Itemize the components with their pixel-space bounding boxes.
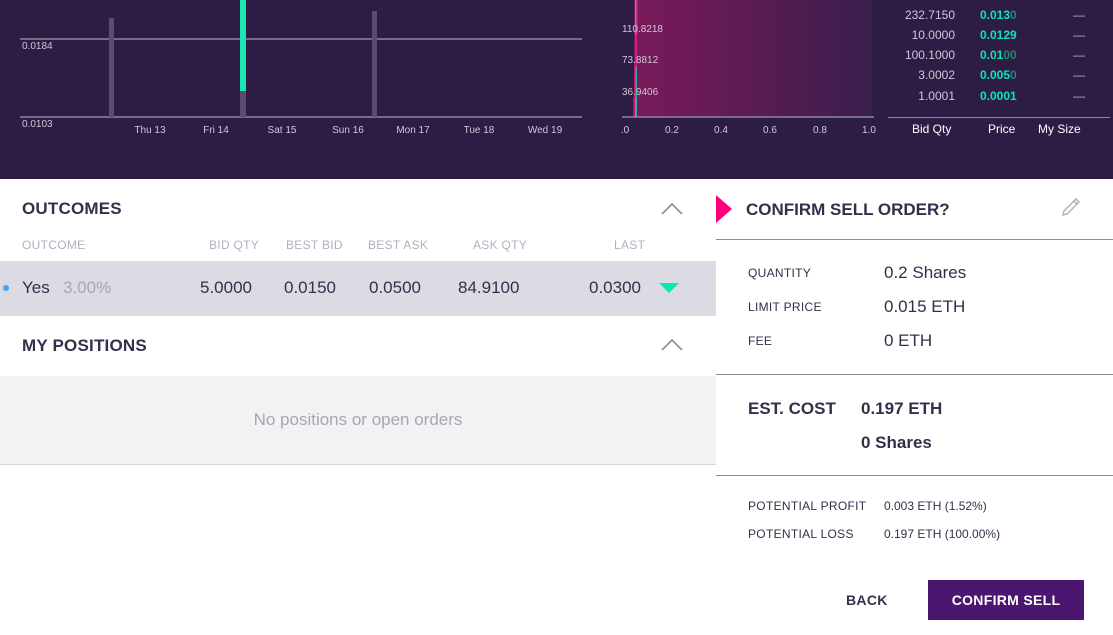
bid-qty-value[interactable]: 5.0000: [200, 278, 252, 298]
depth-x-tick: 0.6: [763, 125, 777, 136]
divider: [716, 374, 1113, 375]
fee-value: 0 ETH: [884, 331, 933, 350]
bid-qty: 3.0002: [918, 68, 955, 82]
divider: [716, 239, 1113, 240]
volume-bar: [109, 18, 114, 117]
order-book-row[interactable]: 10.0000 0.0129 —: [880, 28, 1105, 48]
price-x-tick: Thu 13: [134, 125, 166, 136]
price: 0.0050: [980, 68, 1017, 82]
depth-x-tick: .0: [621, 125, 630, 136]
quantity-label: QUANTITY: [748, 266, 812, 280]
header-bid-qty: Bid Qty: [912, 122, 952, 136]
best-ask-value[interactable]: 0.0500: [369, 278, 421, 298]
bid-qty: 10.0000: [911, 28, 955, 42]
price-x-tick: Fri 14: [203, 125, 229, 136]
price-x-tick: Mon 17: [396, 125, 430, 136]
order-depth-chart[interactable]: 110.8218 73.8812 36.9406 .0 0.2 0.4 0.6 …: [612, 0, 877, 179]
price-history-chart[interactable]: 0.0184 0.0103 Thu 13 Fri 14 Sat 15 Sun 1…: [0, 0, 600, 179]
collapse-outcomes-chevron-up-icon[interactable]: [661, 201, 683, 215]
my-positions-title: MY POSITIONS: [22, 336, 147, 355]
order-book-row[interactable]: 1.0001 0.0001 —: [880, 89, 1105, 109]
outcomes-title: OUTCOMES: [22, 199, 122, 218]
market-charts-band: 0.0184 0.0103 Thu 13 Fri 14 Sat 15 Sun 1…: [0, 0, 1113, 179]
potential-profit-value: 0.003 ETH (1.52%): [884, 499, 987, 513]
my-size: —: [1073, 89, 1085, 103]
edit-pencil-icon[interactable]: [1058, 194, 1084, 220]
col-best-bid: BEST BID: [286, 238, 343, 252]
pink-arrow-marker-icon: [716, 195, 732, 223]
positions-empty-state: No positions or open orders: [0, 376, 716, 465]
price: 0.0100: [980, 48, 1017, 62]
order-book-row[interactable]: 3.0002 0.0050 —: [880, 68, 1105, 88]
est-cost-label: EST. COST: [748, 399, 836, 418]
selected-dot-icon: [3, 285, 9, 291]
price-x-tick: Tue 18: [464, 125, 495, 136]
header-my-size: My Size: [1038, 122, 1081, 136]
limit-price-label: LIMIT PRICE: [748, 300, 822, 314]
price-x-tick: Sat 15: [268, 125, 297, 136]
price-y-tick: 0.0103: [22, 119, 53, 130]
outcome-percent: 3.00%: [63, 278, 112, 297]
collapse-positions-chevron-up-icon[interactable]: [661, 337, 683, 351]
quantity-value: 0.2 Shares: [884, 263, 967, 282]
price-x-tick: Wed 19: [528, 125, 563, 136]
price-down-triangle-icon: [659, 283, 679, 293]
order-book-row[interactable]: 232.7150 0.0130 —: [880, 8, 1105, 28]
my-size: —: [1073, 8, 1085, 22]
confirm-sell-panel: CONFIRM SELL ORDER? QUANTITY 0.2 Shares …: [716, 179, 1113, 635]
price: 0.0130: [980, 8, 1017, 22]
price-candle: [240, 0, 246, 91]
my-size: —: [1073, 28, 1085, 42]
outcome-row-yes[interactable]: Yes 3.00% 5.0000 0.0150 0.0500 84.9100 0…: [0, 261, 716, 316]
potential-loss-value: 0.197 ETH (100.00%): [884, 527, 1001, 541]
col-last: LAST: [614, 238, 646, 252]
order-book-row[interactable]: 100.1000 0.0100 —: [880, 48, 1105, 68]
est-cost-value: 0.197 ETH: [861, 399, 943, 418]
fee-label: FEE: [748, 334, 773, 348]
depth-x-tick: 1.0: [862, 125, 876, 136]
potential-loss-label: POTENTIAL LOSS: [748, 527, 854, 541]
volume-bar: [372, 11, 377, 117]
bid-qty: 232.7150: [904, 8, 955, 22]
depth-x-tick: 0.4: [714, 125, 728, 136]
price: 0.0001: [980, 89, 1017, 103]
back-button[interactable]: BACK: [846, 592, 888, 608]
my-size: —: [1073, 68, 1085, 82]
order-book-divider: [888, 117, 1110, 118]
depth-y-tick: 36.9406: [622, 87, 659, 98]
price-y-tick: 0.0184: [22, 41, 53, 52]
depth-x-tick: 0.2: [665, 125, 679, 136]
col-bid-qty: BID QTY: [209, 238, 260, 252]
outcome-name: Yes: [22, 278, 50, 297]
col-best-ask: BEST ASK: [368, 238, 429, 252]
depth-y-tick: 110.8218: [622, 24, 663, 35]
col-ask-qty: ASK QTY: [473, 238, 528, 252]
price: 0.0129: [980, 28, 1017, 42]
ask-qty-value[interactable]: 84.9100: [458, 278, 519, 298]
potential-profit-label: POTENTIAL PROFIT: [748, 499, 867, 513]
divider: [716, 475, 1113, 476]
ask-depth-area: [634, 0, 872, 117]
limit-price-value: 0.015 ETH: [884, 297, 966, 316]
depth-x-tick: 0.8: [813, 125, 827, 136]
col-outcome: OUTCOME: [22, 238, 86, 252]
confirm-title: CONFIRM SELL ORDER?: [746, 200, 950, 219]
confirm-sell-button[interactable]: CONFIRM SELL: [928, 580, 1084, 620]
best-bid-value[interactable]: 0.0150: [284, 278, 336, 298]
bid-qty: 100.1000: [904, 48, 955, 62]
bid-qty: 1.0001: [918, 89, 955, 103]
volume-bar: [240, 91, 246, 117]
empty-state-text: No positions or open orders: [253, 410, 463, 429]
depth-y-tick: 73.8812: [622, 55, 659, 66]
price-x-tick: Sun 16: [332, 125, 364, 136]
header-price: Price: [988, 122, 1016, 136]
my-size: —: [1073, 48, 1085, 62]
last-price-value: 0.0300: [589, 278, 641, 297]
est-cost-shares: 0 Shares: [861, 433, 932, 452]
